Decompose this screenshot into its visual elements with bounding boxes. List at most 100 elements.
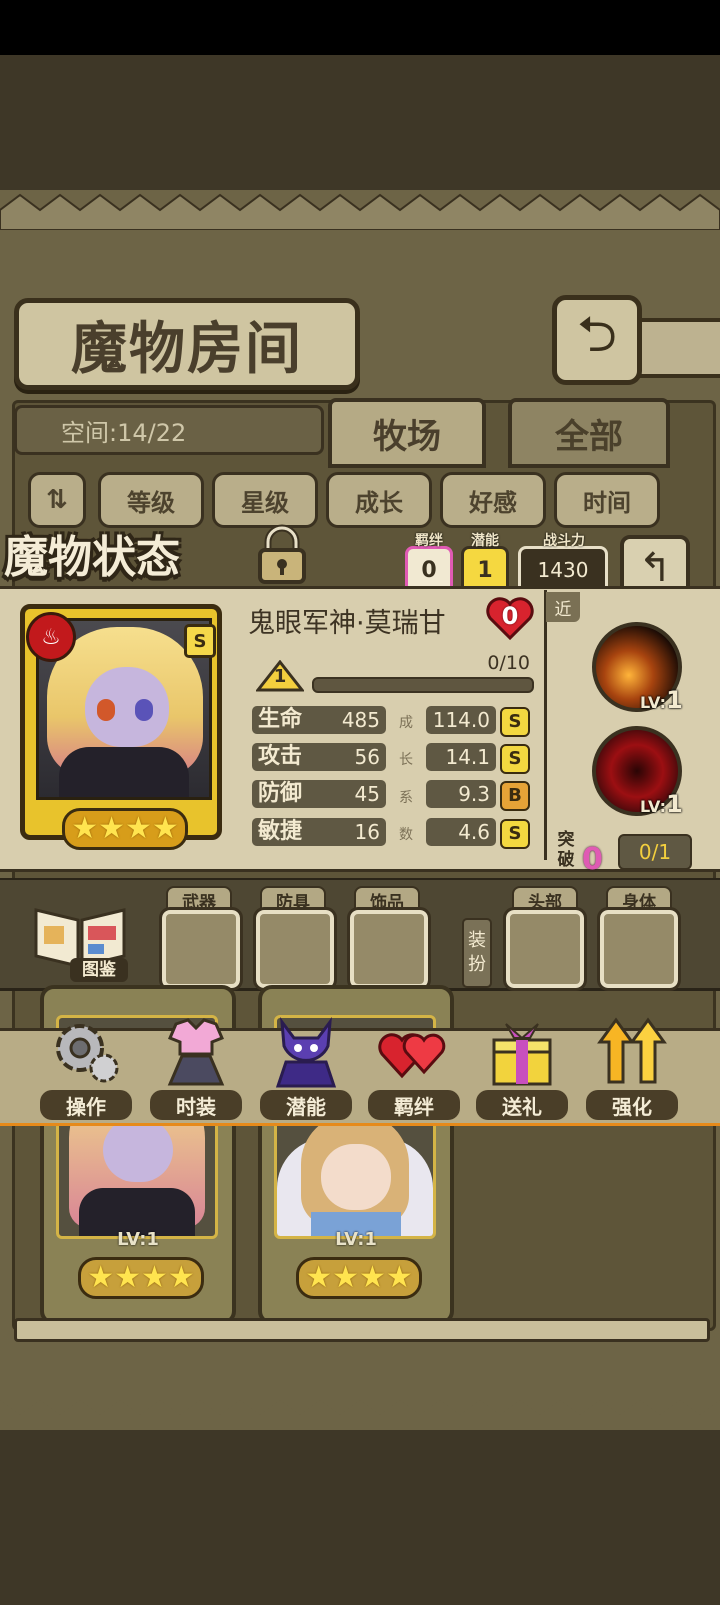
potential-demon-icon [275, 1016, 337, 1088]
action-label: 强化 [586, 1090, 678, 1120]
star-icon: ★ [385, 1260, 413, 1295]
lock-icon[interactable] [250, 522, 314, 586]
weapon-slot[interactable] [159, 907, 243, 991]
tab-ranch-label: 牧场 [373, 416, 441, 457]
stat-value: 56 [354, 745, 380, 769]
room-back-button[interactable]: ⮌ [552, 295, 642, 385]
grade-badge: S [500, 707, 530, 737]
skill-level: LV:1 [640, 790, 683, 818]
growth-value: 114.0 [426, 706, 496, 734]
skill-level-value: 1 [666, 686, 683, 714]
stat-row-attack: 攻击 56 14.1 S [252, 743, 532, 775]
bond-counter: 羁绊 0 [404, 530, 454, 594]
bond-label: 羁绊 [415, 533, 443, 549]
action-bond-button[interactable]: 羁绊 [366, 1010, 462, 1122]
xp-bar [312, 677, 534, 693]
growth-label-char: 系 [399, 789, 413, 806]
skill-level-prefix: LV: [640, 797, 667, 816]
star-icon: ★ [98, 811, 125, 846]
action-label: 羁绊 [368, 1090, 460, 1120]
breakthrough-label: 突破 [552, 830, 580, 874]
stat-value: 485 [341, 708, 380, 732]
space-indicator: 空间:14/22 [14, 405, 324, 455]
card-level: LV:1 [117, 1229, 159, 1250]
level-badge: 1 [256, 660, 304, 692]
breakthrough: 突破 0 0/1 [552, 830, 692, 877]
tab-ranch[interactable]: 牧场 [328, 398, 486, 468]
star-icon: ★ [359, 1260, 386, 1295]
status-bar [0, 0, 720, 55]
room-title: 魔物房间 [71, 315, 303, 382]
grade-badge: S [500, 744, 530, 774]
skill-level: LV:1 [640, 686, 683, 714]
dressup-label: 装扮 [462, 918, 492, 988]
potential-counter: 潜能 1 [460, 530, 510, 594]
growth-value: 9.3 [426, 780, 496, 808]
star-icon: ★ [87, 1260, 115, 1295]
sort-affection-button[interactable]: 好感 [440, 472, 546, 528]
grade-badge: B [500, 781, 530, 811]
level-value: 1 [273, 666, 287, 687]
armor-slot[interactable] [253, 907, 337, 991]
body-slot[interactable] [597, 907, 681, 991]
gift-icon [492, 1023, 552, 1086]
tab-all[interactable]: 全部 [508, 398, 670, 468]
action-operate-button[interactable]: 操作 [38, 1010, 134, 1122]
top-zigzag-border [0, 190, 720, 230]
grade-badge: S [500, 819, 530, 849]
skill-slot-1[interactable]: LV:1 [592, 622, 683, 714]
stat-row-defense: 防御 45 9.3 B [252, 780, 532, 812]
sort-growth-button[interactable]: 成长 [326, 472, 432, 528]
bottom-zigzag-border [0, 1380, 720, 1415]
growth-coefficient-label: 成 长 系 数 [396, 712, 416, 844]
potential-label: 潜能 [471, 533, 499, 549]
star-rating: ★ ★ ★ ★ [62, 808, 188, 850]
star-icon: ★ [114, 1260, 141, 1295]
encyclopedia-button[interactable]: 图鉴 [30, 900, 130, 984]
star-icon: ★ [141, 1260, 168, 1295]
star-icon: ★ [167, 1260, 195, 1295]
fire-element-icon: ♨ [26, 612, 76, 662]
stat-row-hp: 生命 485 114.0 S [252, 706, 532, 738]
breakthrough-label-bottom: 破 [557, 850, 575, 870]
skill-slot-2[interactable]: LV:1 [592, 726, 683, 818]
growth-value: 4.6 [426, 818, 496, 846]
growth-label-char: 数 [399, 826, 413, 843]
star-icon: ★ [332, 1260, 359, 1295]
stat-value: 45 [354, 782, 380, 806]
action-gift-button[interactable]: 送礼 [474, 1010, 570, 1122]
card-level: LV:1 [335, 1229, 377, 1250]
return-arrow-icon: ↰ [638, 545, 672, 591]
breakthrough-label-top: 突 [557, 830, 575, 850]
growth-label-char: 成 [399, 715, 413, 731]
action-potential-button[interactable]: 潜能 [258, 1010, 354, 1122]
breakthrough-count: 0 [582, 842, 603, 877]
action-label: 潜能 [260, 1090, 352, 1120]
power-label: 战斗力 [543, 533, 585, 549]
sort-time-button[interactable]: 时间 [554, 472, 660, 528]
back-rail [630, 318, 720, 378]
card-star-rating: ★ ★ ★ ★ [296, 1257, 422, 1299]
dressup-char: 扮 [468, 954, 486, 975]
action-label: 时装 [150, 1090, 242, 1120]
breakthrough-progress: 0/1 [618, 834, 692, 870]
encyclopedia-label: 图鉴 [70, 958, 128, 982]
room-title-plate: 魔物房间 [14, 298, 360, 390]
skill-level-value: 1 [666, 790, 683, 818]
power-counter: 战斗力 1430 [518, 530, 610, 594]
status-title-text: 魔物状态 [4, 532, 180, 583]
star-icon: ★ [71, 811, 99, 846]
outfit-icon [167, 1018, 225, 1086]
star-icon: ★ [151, 811, 179, 846]
accessory-slot[interactable] [347, 907, 431, 991]
affection-heart[interactable]: 0 [484, 596, 536, 640]
tab-all-label: 全部 [555, 416, 623, 457]
head-slot[interactable] [503, 907, 587, 991]
affection-value: 0 [501, 602, 519, 630]
upgrade-arrows-icon [597, 1017, 667, 1084]
action-upgrade-button[interactable]: 强化 [584, 1010, 680, 1122]
growth-value: 14.1 [426, 743, 496, 771]
action-outfit-button[interactable]: 时装 [148, 1010, 244, 1122]
bond-hearts-icon [378, 1033, 446, 1079]
xp-text: 0/10 [487, 652, 530, 674]
